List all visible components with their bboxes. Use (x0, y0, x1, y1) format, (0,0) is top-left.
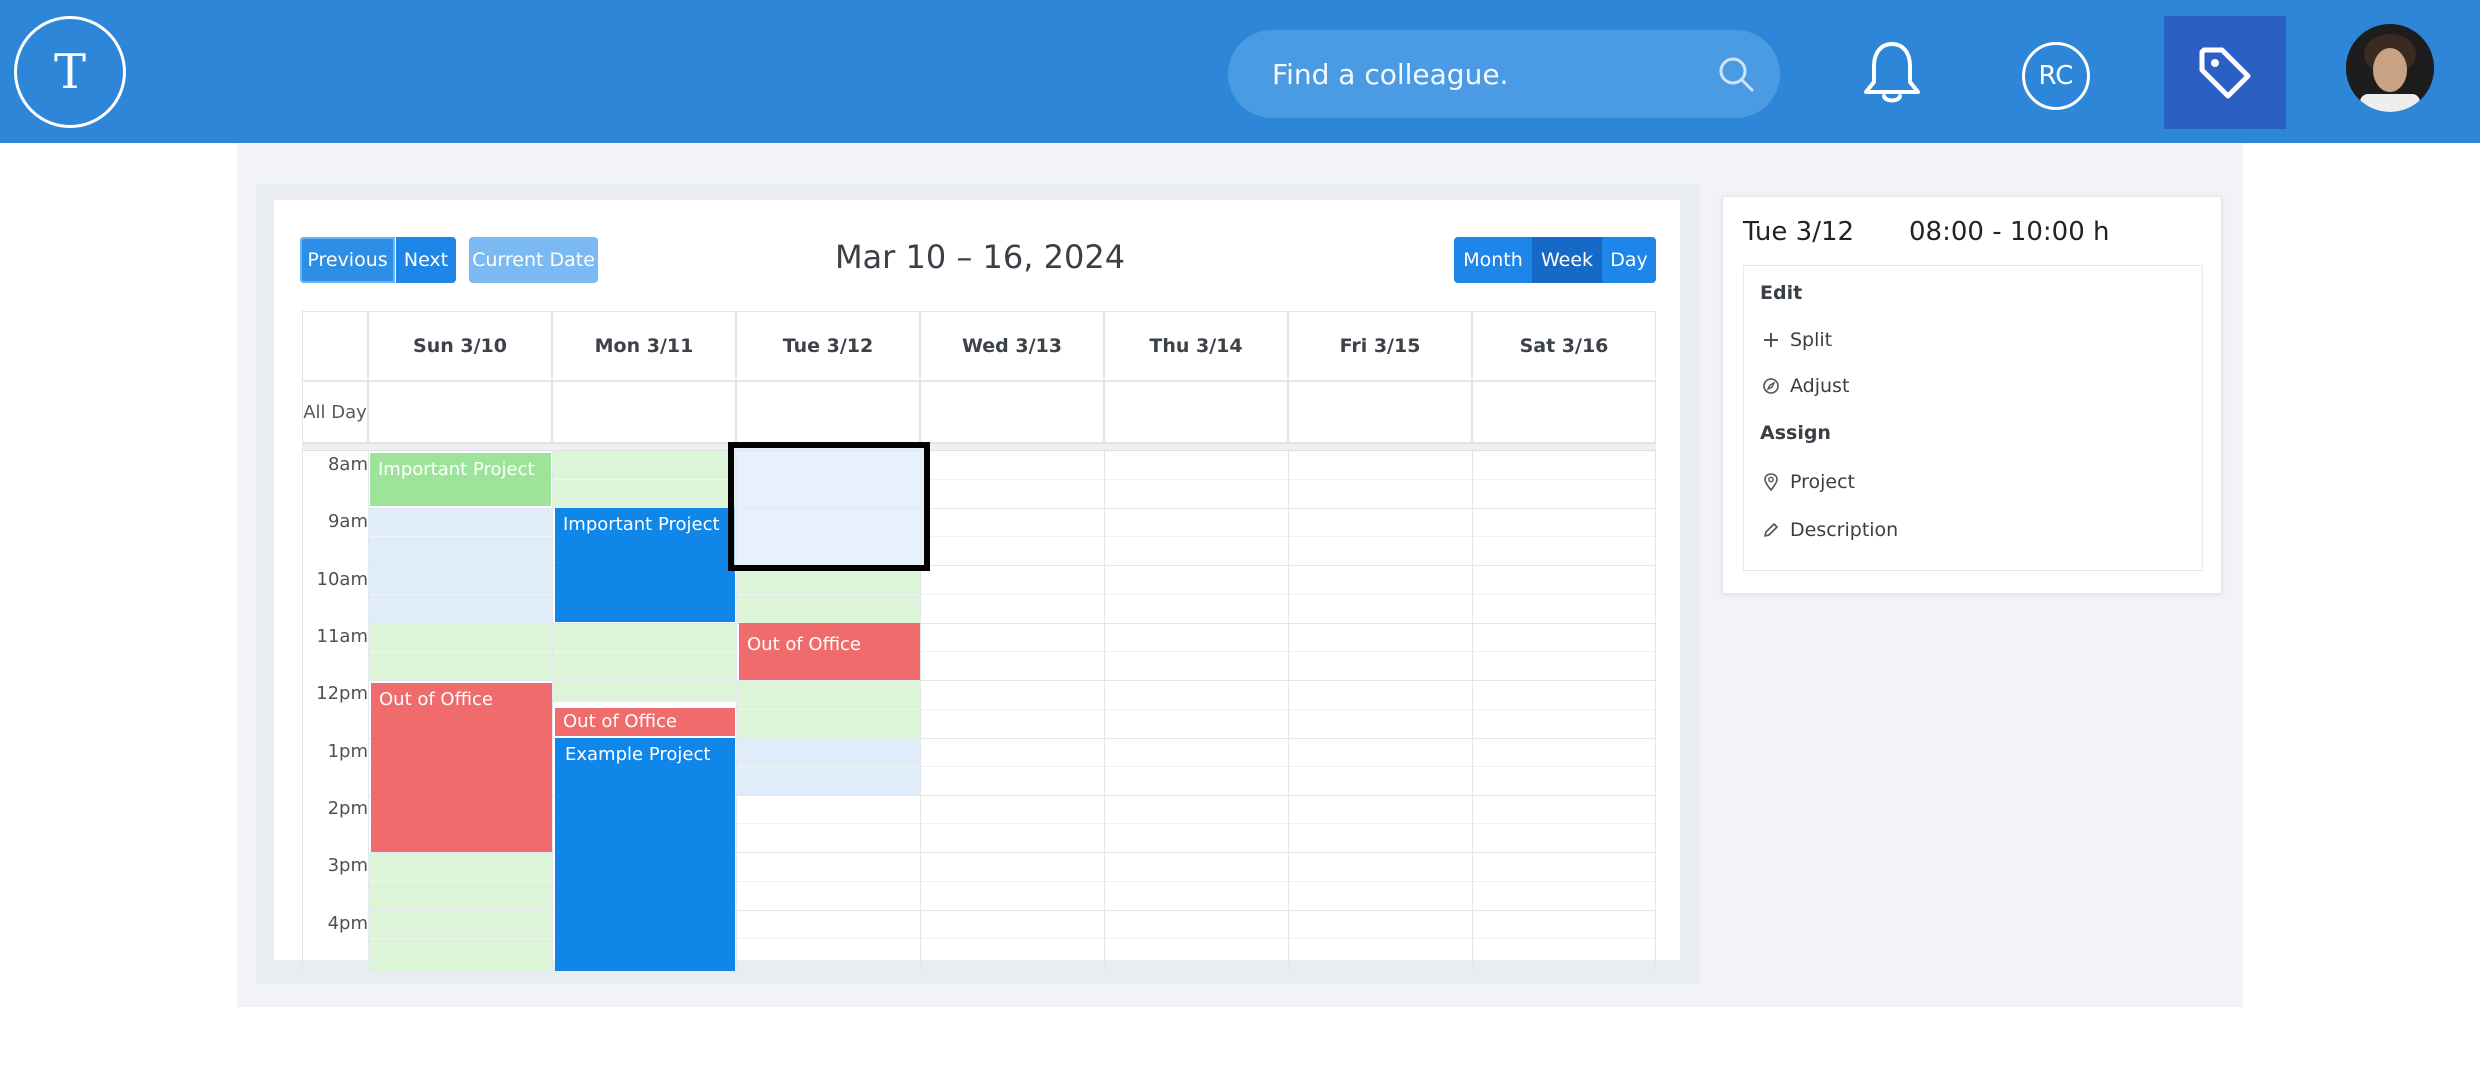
user-initials-badge[interactable]: RC (2022, 42, 2090, 110)
column-line (368, 451, 369, 971)
user-avatar[interactable] (2346, 24, 2434, 112)
all-day-cell[interactable] (1104, 381, 1288, 443)
colleague-search[interactable] (1228, 30, 1780, 118)
column-line (302, 451, 303, 971)
split-action[interactable]: Split (1760, 326, 1832, 354)
day-header[interactable]: Thu 3/14 (1104, 311, 1288, 381)
adjust-action[interactable]: Adjust (1760, 372, 1849, 400)
plus-icon (1760, 329, 1782, 351)
week-calendar-grid: Sun 3/10 Mon 3/11 Tue 3/12 Wed 3/13 Thu … (302, 311, 1656, 971)
time-label: 2pm (327, 798, 368, 819)
all-day-cell[interactable] (1472, 381, 1656, 443)
tag-button[interactable] (2164, 16, 2286, 129)
edit-heading: Edit (1760, 282, 1803, 304)
search-icon[interactable] (1716, 54, 1756, 94)
calendar-event[interactable]: Important Project (555, 508, 735, 622)
calendar-event[interactable]: Out of Office (371, 683, 552, 852)
all-day-cell[interactable] (736, 381, 920, 443)
bell-icon[interactable] (1860, 38, 1924, 108)
day-header[interactable]: Tue 3/12 (736, 311, 920, 381)
time-label: 10am (316, 569, 368, 590)
column-line (1472, 451, 1473, 971)
selected-time-range: 08:00 - 10:00 h (1909, 217, 2110, 247)
time-label: 3pm (327, 855, 368, 876)
half-hour-line (368, 651, 1656, 652)
day-header[interactable]: Fri 3/15 (1288, 311, 1472, 381)
calendar-event[interactable]: Example Project (555, 738, 735, 971)
time-label: 9am (327, 511, 368, 532)
calendar-event[interactable]: Out of Office (555, 708, 735, 736)
app-logo[interactable]: T (14, 16, 126, 128)
time-label: 4pm (327, 913, 368, 934)
day-header[interactable]: Mon 3/11 (552, 311, 736, 381)
day-header[interactable]: Sun 3/10 (368, 311, 552, 381)
slot-actions-box: Edit Split Adjust Assign Project Descrip… (1743, 265, 2203, 571)
time-label: 12pm (316, 683, 368, 704)
top-navigation-bar: T RC (0, 0, 2480, 143)
column-line (1288, 451, 1289, 971)
calendar-title: Mar 10 – 16, 2024 (834, 238, 1126, 276)
month-view-button[interactable]: Month (1454, 237, 1532, 283)
tag-icon (2199, 47, 2251, 98)
project-action[interactable]: Project (1760, 468, 1855, 496)
all-day-cell[interactable] (1288, 381, 1472, 443)
description-action[interactable]: Description (1760, 516, 1898, 544)
availability-block[interactable] (553, 680, 736, 702)
adjust-label: Adjust (1790, 375, 1850, 397)
calendar-event[interactable]: Out of Office (739, 623, 920, 680)
all-day-divider (302, 443, 1656, 451)
time-label: 8am (327, 454, 368, 475)
hour-line (368, 680, 1656, 681)
current-date-button[interactable]: Current Date (469, 237, 598, 283)
next-button[interactable]: Next (396, 237, 456, 283)
day-view-button[interactable]: Day (1602, 237, 1656, 283)
selected-date: Tue 3/12 (1743, 217, 1855, 247)
week-view-button[interactable]: Week (1532, 237, 1602, 283)
time-label: 11am (316, 626, 368, 647)
previous-button[interactable]: Previous (300, 237, 395, 283)
column-line (552, 451, 553, 971)
all-day-cell[interactable] (552, 381, 736, 443)
slot-details-panel: Tue 3/12 08:00 - 10:00 h Edit Split Adju… (1722, 196, 2222, 594)
all-day-cell[interactable] (368, 381, 552, 443)
header-corner (302, 311, 368, 381)
column-line (1655, 451, 1656, 971)
selected-time-slot[interactable] (728, 442, 930, 571)
hour-line (368, 623, 1656, 624)
half-hour-line (368, 479, 1656, 480)
search-input[interactable] (1272, 30, 1692, 118)
compass-icon (1760, 375, 1782, 397)
all-day-label: All Day (302, 381, 368, 443)
all-day-cell[interactable] (920, 381, 1104, 443)
pencil-icon (1760, 519, 1782, 541)
project-label: Project (1790, 471, 1856, 493)
column-line (1104, 451, 1105, 971)
assign-heading: Assign (1760, 422, 1831, 444)
description-label: Description (1790, 519, 1899, 541)
day-header[interactable]: Wed 3/13 (920, 311, 1104, 381)
calendar-event[interactable]: Important Project (370, 453, 551, 506)
time-label: 1pm (327, 741, 368, 762)
availability-block[interactable] (369, 852, 552, 971)
location-pin-icon (1760, 471, 1782, 493)
split-label: Split (1790, 329, 1833, 351)
avatar-image (2346, 24, 2434, 112)
day-header[interactable]: Sat 3/16 (1472, 311, 1656, 381)
